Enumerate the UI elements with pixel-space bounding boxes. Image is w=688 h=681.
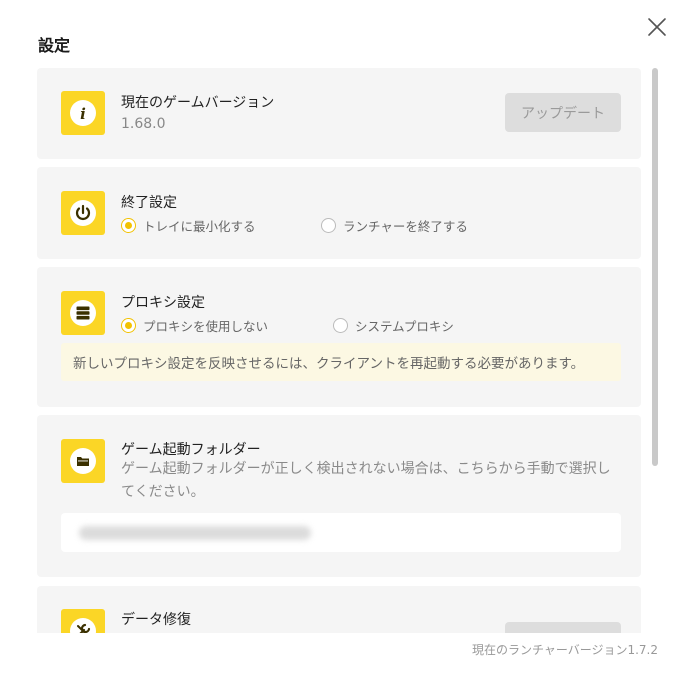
proxy-settings-title: プロキシ設定 xyxy=(121,295,205,311)
data-repair-card: データ修復 xyxy=(37,586,641,633)
game-version-number: 1.68.0 xyxy=(121,116,166,132)
folder-icon xyxy=(61,439,105,483)
radio-system-proxy[interactable]: システムプロキシ xyxy=(333,316,454,335)
proxy-restart-notice: 新しいプロキシ設定を反映させるには、クライアントを再起動する必要があります。 xyxy=(61,343,621,381)
radio-no-proxy[interactable]: プロキシを使用しない xyxy=(121,316,268,335)
dialog-title: 設定 xyxy=(38,36,71,55)
info-icon: i xyxy=(61,91,105,135)
launch-folder-title: ゲーム起動フォルダー xyxy=(121,442,261,458)
launch-folder-path-field[interactable] xyxy=(61,513,621,552)
scrollbar[interactable] xyxy=(652,68,658,466)
exit-settings-title: 終了設定 xyxy=(121,195,177,211)
power-icon xyxy=(61,191,105,235)
server-icon xyxy=(61,291,105,335)
launcher-version: 現在のランチャーバージョン1.7.2 xyxy=(471,643,658,657)
radio-unchecked-icon xyxy=(333,318,348,333)
radio-label: トレイに最小化する xyxy=(143,219,256,234)
radio-checked-icon xyxy=(121,318,136,333)
exit-settings-card: 終了設定 トレイに最小化する ランチャーを終了する xyxy=(37,167,641,259)
radio-minimize-to-tray[interactable]: トレイに最小化する xyxy=(121,216,256,235)
game-version-title: 現在のゲームバージョン xyxy=(121,95,275,111)
game-version-card: i 現在のゲームバージョン 1.68.0 アップデート xyxy=(37,68,641,159)
data-repair-title: データ修復 xyxy=(121,612,191,628)
proxy-settings-card: プロキシ設定 プロキシを使用しない システムプロキシ 新しいプロキシ設定を反映さ… xyxy=(37,267,641,407)
svg-text:i: i xyxy=(80,105,86,123)
radio-label: プロキシを使用しない xyxy=(143,319,269,334)
close-icon[interactable] xyxy=(645,15,669,39)
launch-folder-description: ゲーム起動フォルダーが正しく検出されない場合は、こちらから手動で選択してください… xyxy=(121,461,611,500)
radio-label: システムプロキシ xyxy=(355,319,454,334)
update-button[interactable]: アップデート xyxy=(505,93,621,132)
radio-exit-launcher[interactable]: ランチャーを終了する xyxy=(321,216,468,235)
radio-checked-icon xyxy=(121,218,136,233)
launch-folder-card: ゲーム起動フォルダー ゲーム起動フォルダーが正しく検出されない場合は、こちらから… xyxy=(37,415,641,577)
settings-dialog: 設定 i 現在のゲームバージョン 1.68.0 アップデート 終了設定 トレイに… xyxy=(0,0,688,681)
repair-button[interactable] xyxy=(505,622,621,633)
radio-label: ランチャーを終了する xyxy=(343,219,468,234)
radio-unchecked-icon xyxy=(321,218,336,233)
wrench-icon xyxy=(61,609,105,633)
blurred-path-value xyxy=(79,526,311,540)
